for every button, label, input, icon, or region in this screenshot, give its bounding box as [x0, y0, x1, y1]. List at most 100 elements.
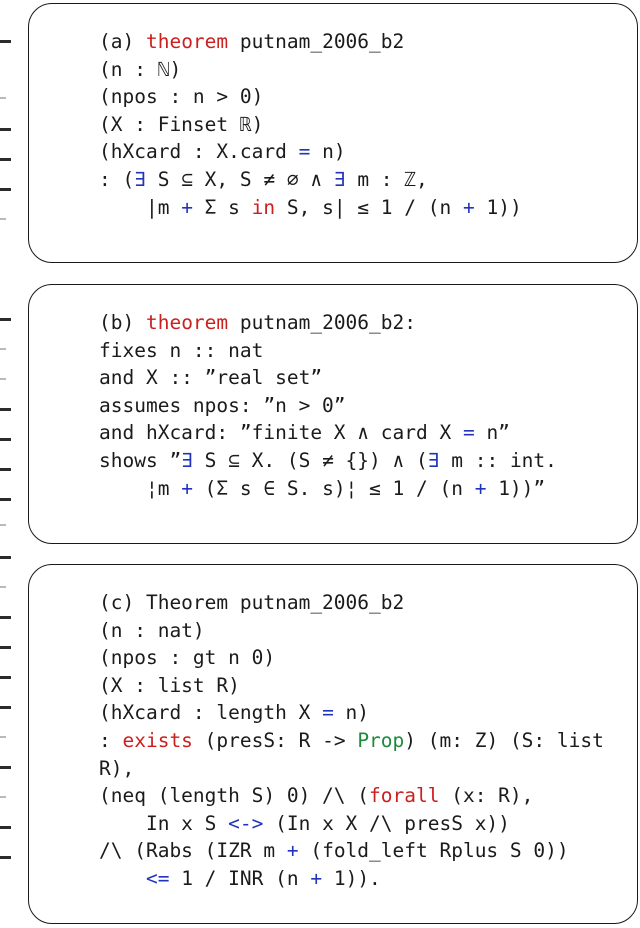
token-op: ∃	[333, 167, 346, 191]
token-plain: R),	[99, 756, 135, 780]
crop-tick-19	[0, 706, 11, 709]
crop-tick-20	[0, 736, 6, 738]
token-plain: (n : ℕ)	[99, 57, 182, 81]
code-block-lean: (a) theorem putnam_2006_b2 (n : ℕ) (npos :…	[99, 28, 629, 221]
token-plain: 1)).	[322, 866, 381, 890]
token-op: +	[181, 195, 193, 219]
token-op: <=	[145, 866, 170, 890]
token-plain: m :: int.	[439, 448, 557, 472]
crop-tick-15	[0, 586, 6, 588]
token-plain: (c) Theorem putnam_2006_b2	[99, 591, 405, 614]
token-op: =	[322, 701, 334, 725]
crop-tick-14	[0, 556, 11, 559]
token-plain: assumes npos: ”n > 0”	[99, 393, 346, 417]
token-op: ∃	[427, 448, 440, 472]
code-panel-a: (a) theorem putnam_2006_b2 (n : ℕ) (npos :…	[28, 3, 638, 263]
token-plain: n)	[310, 140, 346, 164]
crop-tick-21	[0, 766, 11, 769]
token-plain: (b)	[99, 311, 146, 334]
crop-tick-11	[0, 468, 11, 471]
crop-tick-7	[0, 348, 6, 350]
token-plain: and hXcard: ”finite X ∧ card X	[99, 421, 463, 445]
token-plain: (Σ s ∈ S. s)¦ ≤ 1 / (n	[192, 476, 475, 500]
token-op: ∃	[181, 448, 193, 472]
code-line: |m + Σ s in S, s| ≤ 1 / (n + 1))	[99, 194, 629, 222]
code-line: : (∃ S ⊆ X, S ≠ ∅ ∧ ∃ m : ℤ,	[99, 166, 629, 194]
crop-tick-2	[0, 128, 11, 131]
token-plain: ¦m	[99, 476, 182, 500]
token-op: ∃	[134, 167, 146, 191]
crop-tick-23	[0, 826, 11, 829]
crop-tick-5	[0, 218, 6, 220]
token-kw: exists	[122, 728, 193, 752]
token-kw: theorem	[145, 30, 229, 53]
code-panel-b: (b) theorem putnam_2006_b2: fixes n :: na…	[28, 284, 638, 544]
code-line: : exists (presS: R -> Prop) (m: Z) (S: l…	[99, 727, 629, 755]
crop-tick-16	[0, 616, 11, 619]
token-op: +	[462, 195, 475, 219]
crop-tick-3	[0, 158, 11, 161]
code-line: (npos : gt n 0)	[99, 644, 629, 672]
code-line: /\ (Rabs (IZR m + (fold_left Rplus S 0))	[99, 837, 629, 865]
token-plain: S, s| ≤ 1 / (n	[275, 195, 463, 219]
token-plain: n”	[474, 421, 510, 445]
crop-tick-6	[0, 318, 11, 321]
token-plain: n)	[333, 701, 370, 725]
token-plain: putnam_2006_b2:	[228, 311, 416, 334]
token-plain: (n : nat)	[99, 618, 205, 642]
token-op: +	[181, 476, 193, 500]
token-op: =	[298, 140, 311, 164]
code-line: (hXcard : length X = n)	[99, 699, 629, 727]
token-plain: 1 / INR (n	[169, 866, 311, 890]
token-plain: (x: R),	[439, 784, 534, 808]
crop-tick-0	[0, 40, 11, 43]
code-block-coq: (c) Theorem putnam_2006_b2 (n : nat) (npos…	[99, 589, 629, 893]
token-plain: ) (m: Z) (S: list	[404, 728, 604, 752]
token-plain: (a)	[99, 30, 146, 53]
token-op: +	[474, 476, 487, 500]
code-line: <= 1 / INR (n + 1)).	[99, 865, 629, 893]
crop-tick-18	[0, 676, 11, 679]
token-plain: 1))”	[486, 476, 546, 500]
token-plain: |m	[99, 195, 182, 219]
token-plain: (fold_left Rplus S 0))	[298, 839, 569, 863]
token-plain: (npos : n > 0)	[99, 85, 264, 109]
crop-tick-12	[0, 498, 11, 501]
token-op: +	[310, 866, 323, 890]
code-block-isabelle: (b) theorem putnam_2006_b2: fixes n :: na…	[99, 309, 629, 502]
token-plain: shows ”	[99, 448, 182, 472]
token-plain: S ⊆ X. (S ≠ {}) ∧ (	[192, 448, 428, 472]
token-plain: and X :: ”real set”	[99, 366, 323, 390]
code-line: (npos : n > 0)	[99, 83, 629, 111]
token-kw: theorem	[145, 311, 229, 334]
token-plain: (npos : gt n 0)	[99, 646, 276, 670]
code-line: (X : list R)	[99, 672, 629, 700]
code-line: fixes n :: nat	[99, 337, 629, 365]
token-plain: (hXcard : X.card	[99, 140, 299, 164]
code-line: In x S <-> (In x X /\ presS x))	[99, 810, 629, 838]
token-kw: forall	[369, 784, 440, 808]
code-line: (b) theorem putnam_2006_b2:	[99, 309, 629, 337]
token-op: +	[286, 839, 299, 863]
code-line: (a) theorem putnam_2006_b2	[99, 28, 629, 56]
code-line: ¦m + (Σ s ∈ S. s)¦ ≤ 1 / (n + 1))”	[99, 475, 629, 503]
token-kw: in	[251, 195, 276, 219]
crop-tick-4	[0, 188, 11, 191]
token-plain: : (	[99, 167, 135, 191]
token-plain: Σ s	[192, 195, 252, 219]
crop-tick-10	[0, 438, 11, 441]
code-line: and hXcard: ”finite X ∧ card X = n”	[99, 419, 629, 447]
code-panel-c: (c) Theorem putnam_2006_b2 (n : nat) (npos…	[28, 564, 638, 924]
token-op: =	[462, 421, 475, 445]
code-line: and X :: ”real set”	[99, 364, 629, 392]
crop-tick-1	[0, 97, 6, 99]
crop-tick-22	[0, 796, 6, 798]
crop-tick-24	[0, 856, 11, 859]
crop-tick-17	[0, 646, 11, 649]
token-plain: 1))	[474, 195, 522, 219]
crop-tick-13	[0, 524, 6, 526]
token-plain: S ⊆ X, S ≠ ∅ ∧	[145, 167, 334, 191]
token-plain: (presS: R ->	[192, 728, 358, 752]
code-line: (c) Theorem putnam_2006_b2	[99, 589, 629, 617]
token-plain: (X : list R)	[99, 673, 240, 697]
